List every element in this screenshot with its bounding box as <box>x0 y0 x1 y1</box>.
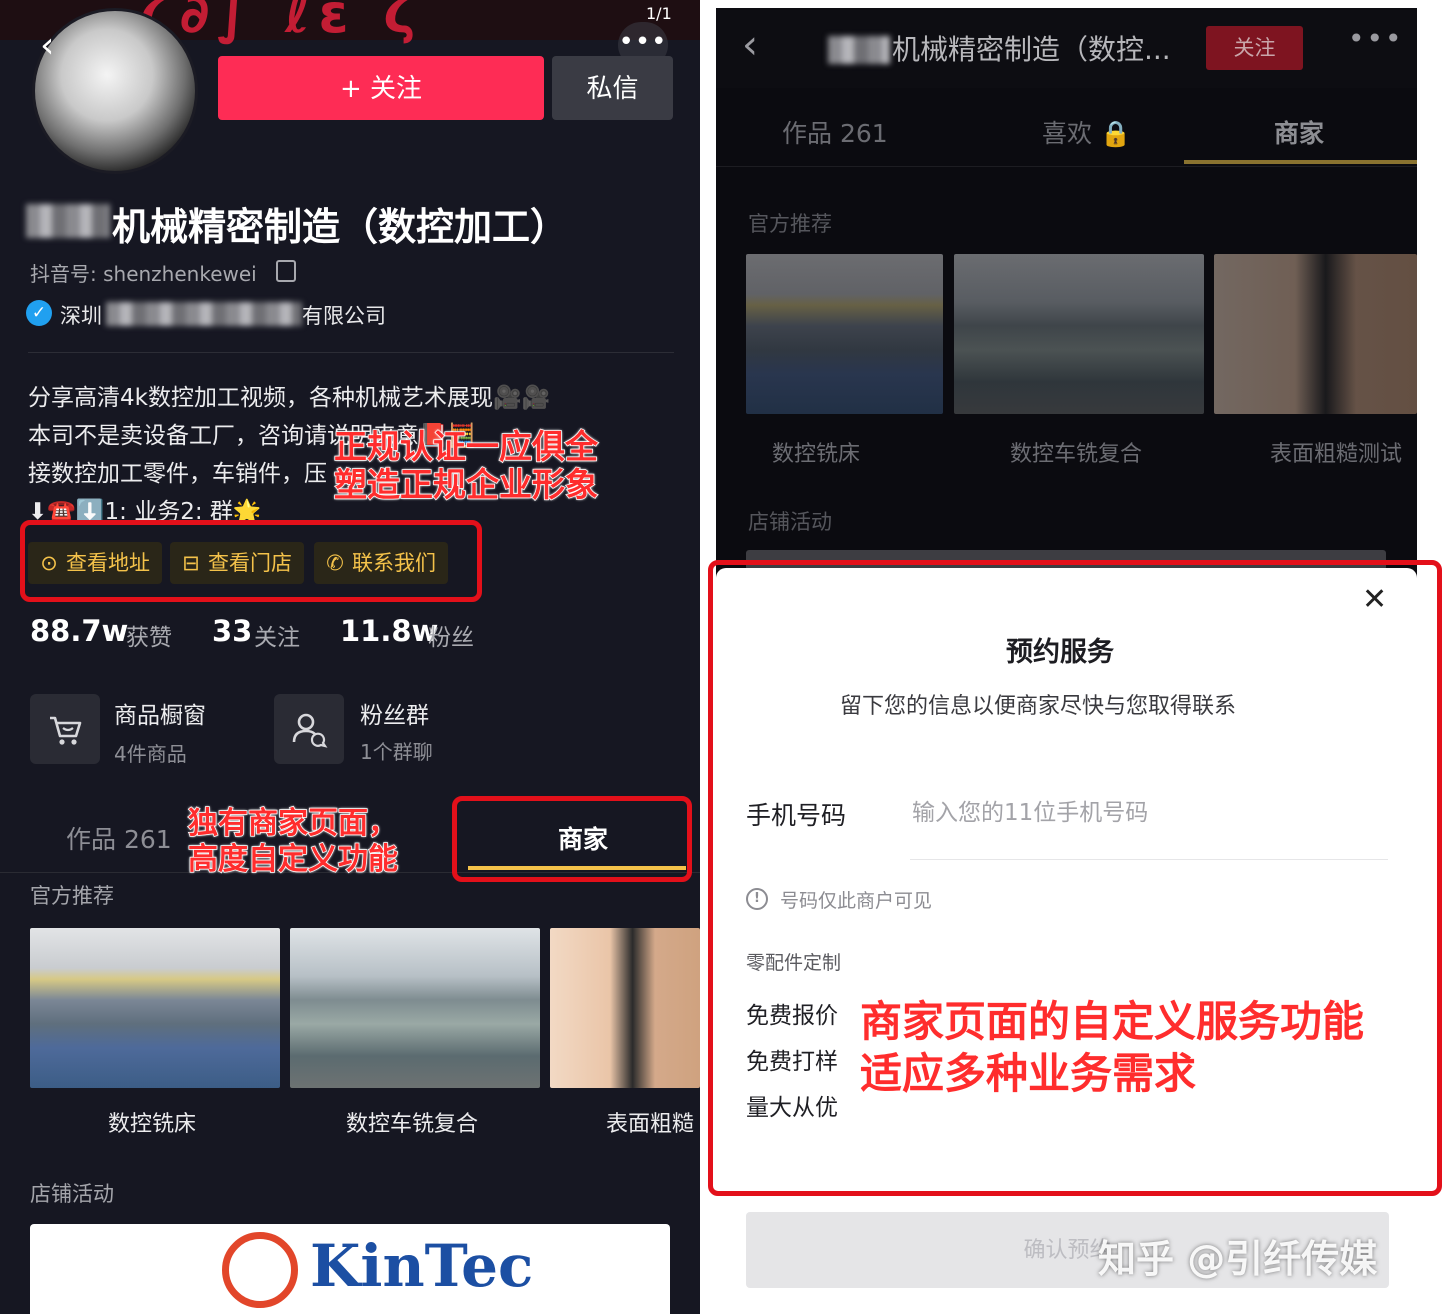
douyin-id: 抖音号: shenzhenkewei <box>30 262 257 286</box>
product-label: 表面粗糙 <box>606 1112 695 1137</box>
following-label: 关注 <box>254 625 300 651</box>
annotation-box-sheet <box>708 560 1442 1196</box>
annotation-certified: 正规认证一应俱全 塑造正规企业形象 <box>333 427 599 505</box>
annotation-line: 塑造正规企业形象 <box>333 465 599 505</box>
following-count[interactable]: 33 <box>212 614 252 648</box>
product-thumbnail[interactable] <box>1214 254 1417 414</box>
kintec-logo-icon <box>222 1232 298 1308</box>
likes-label: 获赞 <box>126 625 172 651</box>
followers-count[interactable]: 11.8w <box>340 614 438 648</box>
message-button[interactable]: 私信 <box>552 56 673 120</box>
annotation-line: 独有商家页面， <box>187 805 399 842</box>
product-label: 数控车铣复合 <box>346 1112 479 1137</box>
annotation-box-merchant-tab <box>452 796 692 882</box>
verified-icon: ✓ <box>26 300 52 326</box>
fan-group-title: 粉丝群 <box>360 703 429 729</box>
brand-logo: KinTec <box>310 1232 534 1300</box>
product-label: 表面粗糙测试 <box>1270 442 1403 467</box>
product-thumbnail[interactable] <box>550 928 700 1088</box>
section-title-activity: 店铺活动 <box>30 1182 114 1206</box>
annotation-line: 商家页面的自定义服务功能 <box>859 996 1365 1047</box>
product-thumbnail[interactable] <box>290 928 540 1088</box>
back-arrow-icon[interactable]: ‹ <box>40 26 80 66</box>
divider <box>716 166 1417 167</box>
bio-line: 接数控加工零件，车销件，压 <box>28 461 327 487</box>
section-title-activity: 店铺活动 <box>748 510 832 534</box>
shop-window-entry[interactable] <box>30 694 100 764</box>
follow-button[interactable]: + 关注 <box>218 56 544 120</box>
cover-decoration: ζ∂∫ ℓε ζ <box>140 0 424 45</box>
divider <box>28 352 674 353</box>
tab-works[interactable]: 作品 261 <box>782 114 888 150</box>
follow-button[interactable]: 关注 <box>1206 26 1303 70</box>
company-name-suffix: 有限公司 <box>302 304 386 328</box>
page-indicator: 1/1 <box>646 4 672 23</box>
copy-icon[interactable] <box>276 260 296 282</box>
section-title-recommend: 官方推荐 <box>748 212 832 236</box>
redacted-name-prefix <box>828 36 890 64</box>
shop-window-title: 商品橱窗 <box>114 703 206 729</box>
annotation-merchant-page: 独有商家页面， 高度自定义功能 <box>187 805 399 878</box>
bio-line: 分享高清4k数控加工视频，各种机械艺术展现🎥🎥 <box>28 385 551 411</box>
profile-name: 机械精密制造（数控加工） <box>112 205 569 249</box>
watermark: 知乎 @引纤传媒 <box>1098 1237 1378 1281</box>
tab-works[interactable]: 作品 261 <box>66 820 172 856</box>
product-label: 数控车铣复合 <box>1010 442 1143 467</box>
company-name-prefix: 深圳 <box>60 304 102 328</box>
followers-label: 粉丝 <box>428 625 474 651</box>
fan-group-entry[interactable] <box>274 694 344 764</box>
redacted-name-prefix <box>26 204 110 238</box>
tab-likes[interactable]: 喜欢 🔒 <box>1042 114 1131 150</box>
back-arrow-icon[interactable]: ‹ <box>742 22 758 68</box>
section-title-recommend: 官方推荐 <box>30 884 114 908</box>
product-thumbnail[interactable] <box>954 254 1204 414</box>
product-label: 数控铣床 <box>772 442 861 467</box>
annotation-line: 正规认证一应俱全 <box>333 427 599 467</box>
redacted-company <box>106 302 302 326</box>
annotation-custom-service: 商家页面的自定义服务功能 适应多种业务需求 <box>859 996 1365 1100</box>
annotation-line: 适应多种业务需求 <box>859 1048 1197 1099</box>
more-options-icon[interactable]: ••• <box>1348 22 1404 55</box>
tab-merchant[interactable]: 商家 <box>1274 114 1324 150</box>
header-title: 机械精密制造（数控... <box>892 33 1171 66</box>
annotation-line: 高度自定义功能 <box>187 841 399 878</box>
profile-screen: ζ∂∫ ℓε ζ 1/1 ‹ ••• + 关注 私信 机械精密制造（数控加工） … <box>0 0 700 1314</box>
cart-icon <box>50 716 82 745</box>
group-icon <box>292 713 328 748</box>
shop-window-count: 4件商品 <box>114 742 187 766</box>
tab-active-indicator <box>1184 160 1417 164</box>
fan-group-count: 1个群聊 <box>360 740 433 764</box>
product-thumbnail[interactable] <box>746 254 943 414</box>
likes-count: 88.7w <box>30 614 129 648</box>
product-label: 数控铣床 <box>108 1112 197 1137</box>
product-thumbnail[interactable] <box>30 928 280 1088</box>
annotation-box-actions <box>20 520 482 602</box>
